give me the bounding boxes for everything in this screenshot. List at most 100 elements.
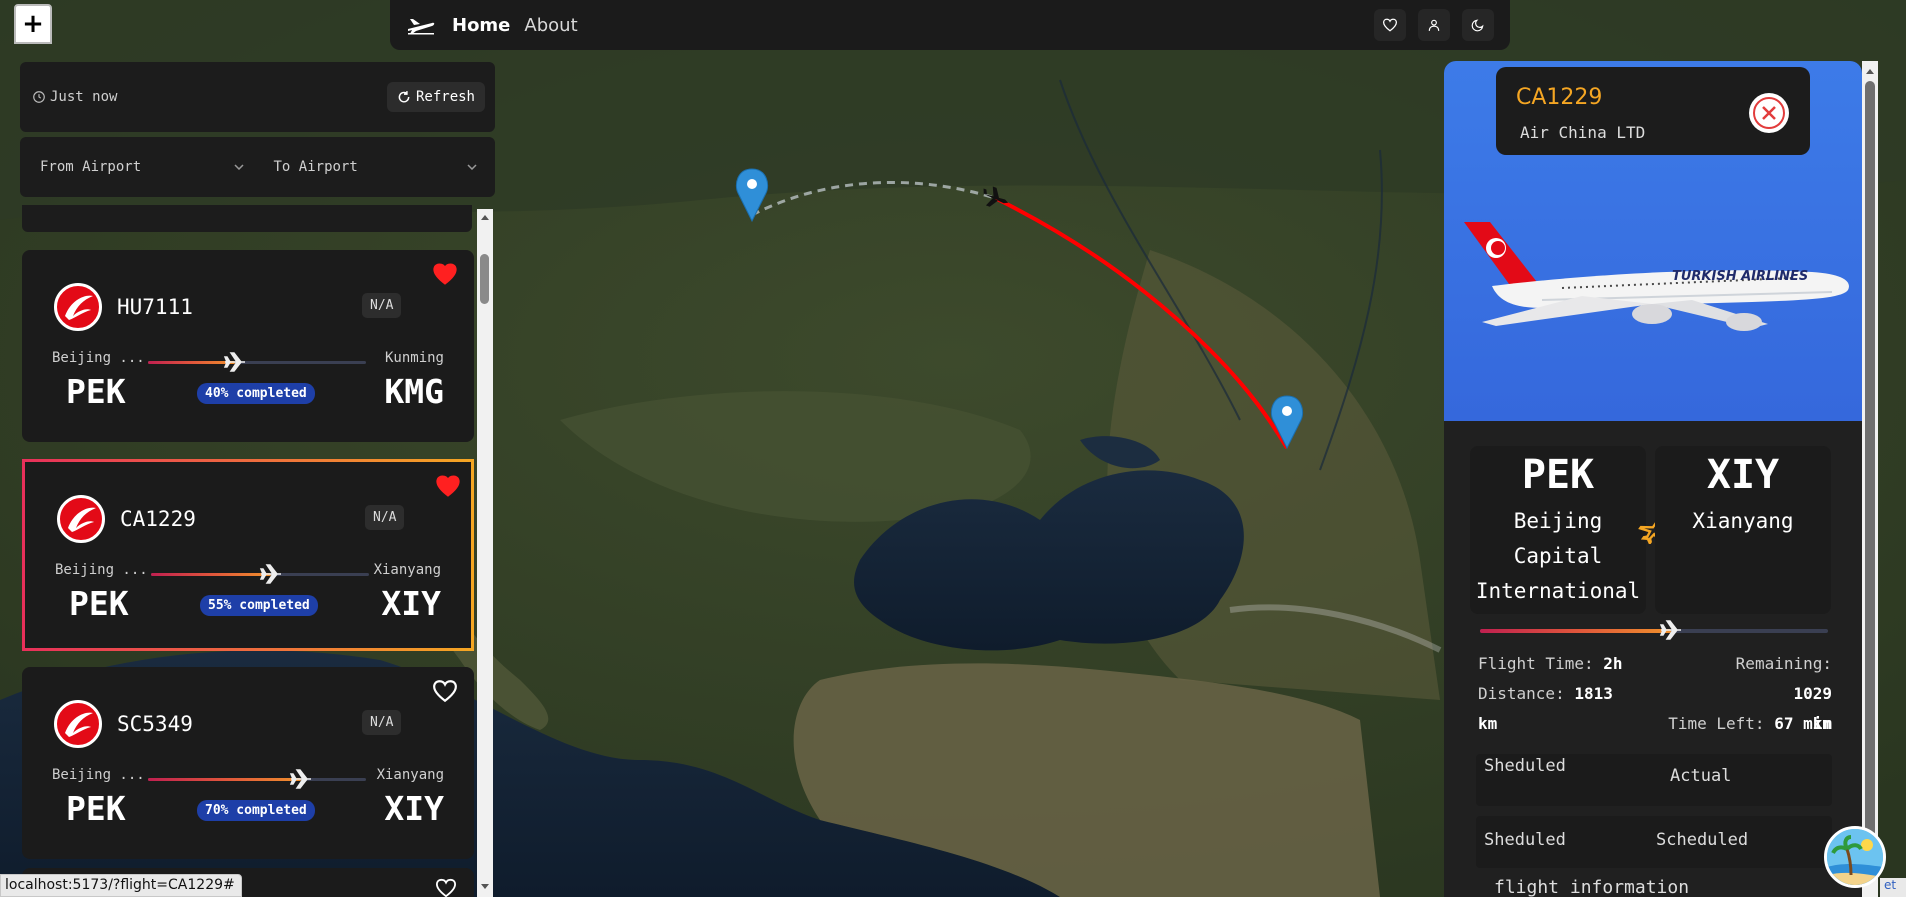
theme-toggle-button[interactable] bbox=[1462, 9, 1494, 41]
schedule-row2-right: Scheduled bbox=[1656, 830, 1749, 850]
progress-plane-icon bbox=[289, 769, 311, 789]
distance-label: Distance: bbox=[1478, 684, 1565, 703]
nav-about-link[interactable]: About bbox=[524, 15, 577, 36]
schedule-row1-left: Sheduled bbox=[1484, 756, 1566, 776]
to-airport-select[interactable]: To Airport bbox=[260, 142, 490, 192]
schedule-row2-left: Sheduled bbox=[1484, 830, 1566, 850]
origin-name-line1: Beijing bbox=[1513, 509, 1603, 533]
heart-icon bbox=[1382, 18, 1398, 32]
heart-filled-icon[interactable] bbox=[435, 474, 461, 498]
aircraft-hero: CA1229 Air China LTD TURKISH AIRLINES bbox=[1444, 61, 1862, 421]
profile-button[interactable] bbox=[1418, 9, 1450, 41]
origin-name-line2: Capital bbox=[1513, 544, 1603, 568]
chevron-down-icon bbox=[467, 164, 477, 170]
remaining-value: 1029 bbox=[1793, 684, 1832, 703]
progress-track bbox=[148, 769, 366, 789]
flight-time-value: 2h bbox=[1603, 654, 1623, 673]
origin-name-line3: International bbox=[1475, 579, 1641, 603]
heart-outline-icon[interactable] bbox=[432, 679, 458, 703]
to-city: Kunming bbox=[384, 350, 444, 366]
flight-code: HU7111 bbox=[117, 295, 193, 319]
flight-status-badge: N/A bbox=[362, 710, 402, 735]
clock-icon bbox=[33, 91, 45, 103]
zoom-in-button[interactable]: + bbox=[14, 4, 52, 44]
flight-card[interactable]: SC5349 N/A Beijing ... Xianyang PEK XIY 70% co… bbox=[22, 667, 474, 859]
last-updated-text: Just now bbox=[50, 89, 118, 105]
refresh-button[interactable]: Refresh bbox=[386, 82, 485, 112]
flight-card[interactable]: CA1229 N/A Beijing ... Xianyang PEK XIY 55% co… bbox=[22, 459, 474, 651]
aircraft-livery-text: TURKISH AIRLINES bbox=[1672, 269, 1808, 284]
nav-home-link[interactable]: Home bbox=[452, 15, 510, 36]
origin-airport-card: PEK Beijing Capital International bbox=[1470, 446, 1646, 614]
from-code: PEK bbox=[69, 584, 129, 623]
beach-avatar-icon[interactable] bbox=[1824, 826, 1886, 888]
distance-stat: Distance: 1813 km bbox=[1478, 679, 1628, 739]
flight-time-label: Flight Time: bbox=[1478, 654, 1594, 673]
progress-fill bbox=[151, 573, 271, 576]
progress-fill bbox=[148, 361, 236, 364]
flight-code: SC5349 bbox=[117, 712, 193, 736]
from-airport-placeholder: From Airport bbox=[40, 159, 142, 175]
status-bar-url: localhost:5173/?flight=CA1229# bbox=[0, 874, 242, 897]
remaining-label: Remaining: bbox=[1735, 654, 1832, 673]
close-icon bbox=[1753, 97, 1785, 129]
flight-detail-panel: CA1229 Air China LTD TURKISH AIRLINES PE… bbox=[1444, 61, 1862, 897]
scroll-up-icon bbox=[1866, 69, 1874, 74]
distance-value: 1813 bbox=[1574, 684, 1613, 703]
to-city: Xianyang bbox=[373, 562, 441, 578]
origin-name: Beijing Capital International bbox=[1470, 504, 1646, 609]
schedule-row-arrival: Sheduled Scheduled bbox=[1476, 816, 1832, 868]
flight-code: CA1229 bbox=[120, 507, 196, 531]
progress-plane-icon bbox=[1660, 620, 1682, 640]
flight-header-card: CA1229 Air China LTD bbox=[1496, 67, 1810, 155]
destination-name: Xianyang bbox=[1655, 504, 1831, 539]
detail-scrollbar[interactable] bbox=[1862, 61, 1878, 897]
detail-scrollbar-thumb[interactable] bbox=[1865, 81, 1875, 861]
detail-airline-name: Air China LTD bbox=[1520, 123, 1646, 142]
detail-progress-track bbox=[1480, 620, 1828, 640]
from-code: PEK bbox=[66, 372, 126, 411]
airline-logo-icon bbox=[57, 495, 105, 543]
from-code: PEK bbox=[66, 789, 126, 828]
destination-airport-card: XIY Xianyang bbox=[1655, 446, 1831, 614]
map-attribution[interactable]: et bbox=[1880, 878, 1906, 897]
flight-list-scrollbar[interactable] bbox=[477, 209, 493, 897]
from-city: Beijing ... bbox=[52, 350, 145, 366]
flight-information-heading: flight information bbox=[1494, 877, 1690, 897]
favorites-button[interactable] bbox=[1374, 9, 1406, 41]
from-airport-select[interactable]: From Airport bbox=[26, 142, 256, 192]
flight-card[interactable]: HU7111 N/A Beijing ... Kunming PEK KMG 40% com… bbox=[22, 250, 474, 442]
scroll-up-icon bbox=[481, 215, 489, 220]
from-city: Beijing ... bbox=[52, 767, 145, 783]
user-icon bbox=[1428, 19, 1440, 31]
origin-code: PEK bbox=[1521, 452, 1595, 498]
top-navigation: Home About bbox=[390, 0, 1510, 50]
flight-time-stat: Flight Time: 2h bbox=[1478, 649, 1623, 679]
flight-list-top-edge bbox=[22, 205, 472, 232]
flight-status-badge: N/A bbox=[362, 293, 402, 318]
progress-track bbox=[148, 352, 366, 372]
to-airport-placeholder: To Airport bbox=[273, 159, 358, 175]
close-detail-button[interactable] bbox=[1749, 93, 1789, 133]
last-updated: Just now bbox=[32, 89, 117, 105]
destination-code: XIY bbox=[1706, 452, 1780, 498]
from-city: Beijing ... bbox=[55, 562, 148, 578]
detail-progress-fill bbox=[1480, 629, 1672, 633]
airline-logo-icon bbox=[54, 700, 102, 748]
scroll-down-icon bbox=[481, 884, 489, 889]
time-left-label: Time Left: bbox=[1668, 714, 1765, 733]
progress-plane-icon bbox=[259, 564, 281, 584]
progress-plane-icon bbox=[224, 352, 246, 372]
refresh-icon bbox=[398, 91, 410, 103]
refresh-toolbar: Just now Refresh bbox=[20, 62, 495, 132]
plane-logo-icon[interactable] bbox=[406, 14, 436, 36]
to-code: XIY bbox=[381, 584, 441, 623]
to-code: XIY bbox=[384, 789, 444, 828]
scrollbar-thumb[interactable] bbox=[480, 254, 489, 304]
detail-flight-code: CA1229 bbox=[1516, 85, 1603, 110]
distance-unit: km bbox=[1478, 714, 1498, 733]
schedule-row1-right: Actual bbox=[1670, 766, 1732, 786]
progress-badge: 70% completed bbox=[197, 800, 315, 821]
heart-filled-icon[interactable] bbox=[432, 262, 458, 286]
progress-badge: 40% completed bbox=[197, 383, 315, 404]
